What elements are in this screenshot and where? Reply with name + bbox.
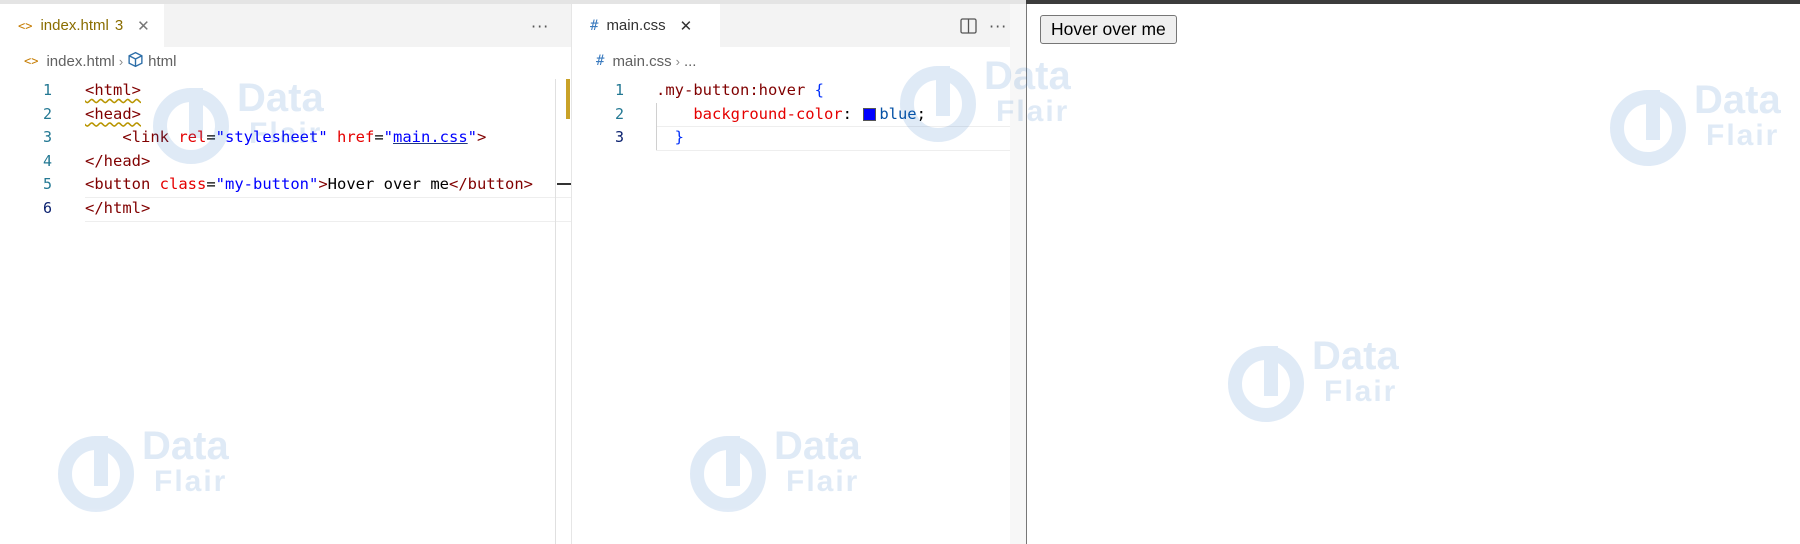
code-token: <head> bbox=[85, 104, 141, 123]
code-text: <button class="my-button">Hover over me<… bbox=[85, 173, 533, 197]
code-text: background-color: blue; bbox=[656, 103, 926, 127]
line-number: 6 bbox=[42, 198, 52, 217]
code-text: } bbox=[656, 126, 684, 150]
code-line[interactable]: 5 <button class="my-button">Hover over me… bbox=[0, 173, 571, 197]
close-icon[interactable]: ✕ bbox=[137, 17, 150, 35]
tab-bar-right: # main.css ✕ ··· bbox=[572, 4, 1026, 47]
breadcrumb-symbol[interactable]: html bbox=[148, 53, 176, 70]
code-line[interactable]: 3 <link rel="stylesheet" href="main.css"… bbox=[0, 126, 571, 150]
code-token: = bbox=[206, 175, 216, 194]
breadcrumb: <> index.html › html bbox=[0, 47, 571, 75]
code-token: Hover over me bbox=[327, 175, 449, 194]
code-text: <html> bbox=[85, 79, 141, 103]
code-token: .my-button:hover bbox=[656, 81, 806, 99]
code-token: background-color bbox=[693, 104, 843, 123]
tab-index-html[interactable]: <> index.html 3 ✕ bbox=[0, 4, 164, 47]
code-line[interactable]: 1 .my-button:hover { bbox=[572, 79, 1026, 103]
code-token: ; bbox=[916, 104, 926, 123]
line-number: 4 bbox=[42, 151, 52, 170]
code-line[interactable]: 6 </html> bbox=[0, 197, 571, 221]
code-token: <button bbox=[85, 175, 160, 194]
chevron-right-icon: › bbox=[675, 53, 680, 69]
symbol-icon bbox=[127, 51, 144, 72]
line-number: 2 bbox=[614, 104, 624, 123]
browser-preview: Hover over me bbox=[1026, 4, 1800, 544]
line-number: 2 bbox=[42, 104, 52, 123]
code-token: = bbox=[206, 128, 216, 147]
code-token: > bbox=[477, 128, 487, 147]
close-icon[interactable]: ✕ bbox=[680, 17, 693, 35]
breadcrumb-file[interactable]: index.html bbox=[46, 53, 114, 70]
code-line[interactable]: 2 <head> bbox=[0, 103, 571, 127]
code-text: </head> bbox=[85, 150, 150, 174]
code-text: <link rel="stylesheet" href="main.css"> bbox=[85, 126, 486, 150]
code-token: rel bbox=[178, 128, 207, 147]
line-number: 3 bbox=[42, 128, 52, 147]
html-file-icon: <> bbox=[24, 54, 39, 68]
more-actions-icon[interactable]: ··· bbox=[989, 17, 1007, 36]
html-file-icon: <> bbox=[18, 18, 33, 33]
code-line[interactable]: 1 <html> bbox=[0, 79, 571, 103]
code-token: " bbox=[383, 128, 394, 147]
code-token: href bbox=[337, 128, 375, 147]
line-number: 3 bbox=[614, 128, 624, 147]
breadcrumb-file[interactable]: main.css bbox=[612, 53, 671, 70]
scrollbar-warning-marker bbox=[566, 79, 570, 119]
code-line[interactable]: 2 background-color: blue; bbox=[572, 103, 1026, 127]
code-token: class bbox=[159, 175, 207, 194]
breadcrumb: # main.css › ... bbox=[572, 47, 1026, 75]
code-text: .my-button:hover { bbox=[656, 79, 824, 103]
code-token: } bbox=[674, 128, 685, 147]
code-token: : bbox=[842, 104, 862, 123]
code-token: "stylesheet" bbox=[215, 128, 328, 147]
code-token: = bbox=[374, 128, 384, 147]
line-number: 5 bbox=[42, 175, 52, 194]
code-token: <link bbox=[85, 128, 179, 147]
code-token: </html> bbox=[85, 198, 151, 217]
breadcrumb-symbol[interactable]: ... bbox=[684, 53, 697, 70]
code-text: <head> bbox=[85, 103, 141, 127]
code-token: </button> bbox=[449, 175, 533, 194]
tab-bar-left: <> index.html 3 ✕ ··· bbox=[0, 4, 571, 47]
tab-main-css[interactable]: # main.css ✕ bbox=[572, 4, 720, 47]
code-line[interactable]: 3 } bbox=[572, 126, 1026, 150]
code-token: <html> bbox=[85, 81, 141, 99]
hover-button[interactable]: Hover over me bbox=[1040, 15, 1177, 44]
code-token: main.css bbox=[393, 128, 468, 147]
color-swatch-icon[interactable] bbox=[863, 107, 877, 121]
scrollbar-track[interactable] bbox=[555, 79, 556, 544]
code-token: blue bbox=[879, 104, 917, 123]
chevron-right-icon: › bbox=[118, 53, 124, 69]
code-token: { bbox=[814, 81, 824, 99]
code-area-html[interactable]: 1 <html> 2 <head> 3 <link rel="stylesheet" h… bbox=[0, 79, 571, 221]
code-token: </head> bbox=[85, 151, 151, 170]
line-number: 1 bbox=[42, 81, 52, 99]
css-file-icon: # bbox=[596, 53, 605, 69]
sash-divider[interactable] bbox=[1010, 4, 1026, 544]
code-token: > bbox=[318, 175, 328, 194]
more-actions-icon[interactable]: ··· bbox=[531, 17, 549, 36]
code-token: " bbox=[467, 128, 478, 147]
tab-label: main.css bbox=[606, 17, 666, 34]
tab-label: index.html bbox=[40, 17, 109, 34]
code-token: "my-button" bbox=[215, 175, 319, 194]
problem-count-badge: 3 bbox=[114, 17, 124, 34]
code-line[interactable]: 4 </head> bbox=[0, 150, 571, 174]
minimap-marker bbox=[557, 183, 571, 185]
code-text: </html> bbox=[85, 197, 150, 221]
editor-group-left: <> index.html 3 ✕ ··· <> index.html › ht… bbox=[0, 4, 572, 544]
css-file-icon: # bbox=[590, 17, 599, 34]
editor-group-right: # main.css ✕ ··· # main.css › ... 1 .my-b… bbox=[572, 4, 1026, 544]
code-area-css[interactable]: 1 .my-button:hover {2 background-color: b… bbox=[572, 79, 1026, 150]
split-editor-icon[interactable] bbox=[960, 18, 977, 38]
line-number: 1 bbox=[614, 81, 624, 99]
